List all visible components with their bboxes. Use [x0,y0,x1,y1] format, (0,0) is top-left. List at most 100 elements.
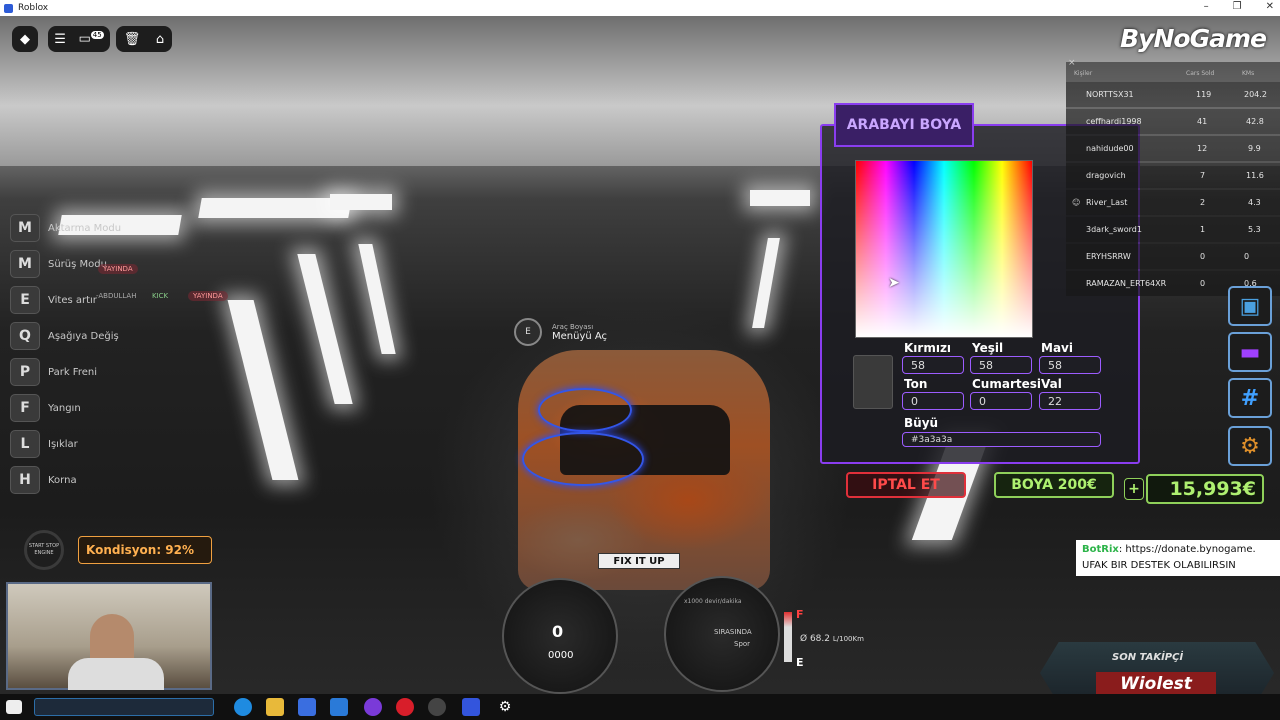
green-input[interactable]: 58 [970,356,1032,374]
hex-input[interactable]: #3a3a3a [902,432,1101,447]
add-money-button[interactable]: + [1124,478,1144,500]
drive-mode: SIRASINDA [714,628,752,636]
chat-username: -ABDULLAH [96,292,137,300]
webcam-shirt [68,658,164,690]
opera-icon[interactable] [396,698,414,716]
leaderboard-row[interactable]: NORTTSX31 119 204.2 [1066,82,1280,107]
color-picker[interactable]: ➤ [855,160,1033,338]
speed-readout: 0 [552,622,564,641]
fuel-unit: L/100Km [832,635,864,643]
roblox-logo-icon: ◆ [20,31,30,47]
cancel-button[interactable]: IPTAL ET [846,472,966,498]
hue-input[interactable]: 0 [902,392,964,410]
value-input[interactable]: 22 [1039,392,1101,410]
folder-button[interactable]: ▬ [1228,332,1272,372]
key-badge: P [10,358,40,386]
keybind-label: Aktarma Modu [48,222,122,234]
interact-subtitle: Araç Boyası [552,322,594,331]
keybind-row: H Korna [10,466,77,494]
close-icon[interactable]: ✕ [1266,1,1274,12]
cursor-icon: ➤ [888,275,900,291]
keybind-label: Işıklar [48,438,78,450]
leaderboard-header: Kişiler [1074,70,1093,77]
red-input[interactable]: 58 [902,356,964,374]
roblox-app-icon [4,3,13,13]
bot-name: BotRix [1082,544,1119,555]
paint-buy-button[interactable]: BOYA 200€ [994,472,1114,498]
roblox-taskbar-icon[interactable] [462,698,480,716]
keybind-label: Park Freni [48,366,97,378]
fuel-value: Ø 68.2 [800,634,830,644]
maximize-icon[interactable]: ❐ [1233,1,1242,12]
game-viewport: { "window":{"title":"Roblox"}, "topbar":… [0,0,1280,720]
color-swatch [853,355,893,409]
blue-input[interactable]: 58 [1039,356,1101,374]
cars-sold: 119 [1196,90,1212,99]
unlock-icon[interactable]: ⌂ [156,32,164,47]
leaderboard-close-icon[interactable]: × [1068,58,1076,68]
saturation-input[interactable]: 0 [970,392,1032,410]
inventory-button[interactable]: ▣ [1228,286,1272,326]
trash-icon[interactable]: 🗑 [124,32,141,47]
player-name: ERYHSRRW [1086,252,1131,261]
green-label: Yeşil [972,341,1004,355]
keybind-row: F Yangın [10,394,81,422]
keybind-label: Korna [48,474,77,486]
kms: 42.8 [1246,117,1264,126]
cars-sold: 12 [1197,144,1208,153]
interaction-prompt[interactable]: E Araç Boyası Menüyü Aç [514,318,607,346]
hashtag-button[interactable]: # [1228,378,1272,418]
effect-ring [538,388,632,432]
leaderboard-row[interactable]: nahidude00 12 9.9 [1066,136,1280,161]
leaderboard-row[interactable]: 3dark_sword1 1 5.3 [1066,217,1280,242]
minimize-icon[interactable]: – [1204,1,1209,12]
leaderboard: × Kişiler Cars Sold KMs NORTTSX31 119 204.… [1066,58,1280,296]
effect-ring [522,432,644,486]
kms: 4.3 [1248,198,1261,207]
file-explorer-icon[interactable] [266,698,284,716]
last-follower-heading: SON TAKİPÇİ [1112,652,1184,663]
leaderboard-row[interactable]: ☺ River_Last 2 4.3 [1066,190,1280,215]
fuel-empty-label: E [796,656,804,669]
edge-icon[interactable] [234,698,252,716]
chat-icon[interactable]: ▭ 45 [79,31,104,47]
leaderboard-row[interactable]: ERYHSRRW 0 0 [1066,244,1280,269]
saturation-label: Cumartesi [972,377,1041,391]
search-box[interactable] [34,698,214,716]
store-icon[interactable] [298,698,316,716]
discord-icon[interactable] [364,698,382,716]
cars-sold: 2 [1200,198,1206,207]
windows-start-icon[interactable] [6,700,22,714]
mail-icon[interactable] [330,698,348,716]
settings-taskbar-icon[interactable]: ⚙ [496,698,514,716]
interact-key-badge[interactable]: E [514,318,542,346]
key-badge: F [10,394,40,422]
blue-label: Mavi [1041,341,1073,355]
license-plate: FIX IT UP [598,553,680,569]
hamburger-icon[interactable]: ☰ [54,32,66,47]
hue-label: Ton [904,377,928,391]
settings-button[interactable]: ⚙ [1228,426,1272,466]
interact-action[interactable]: Menüyü Aç [552,331,607,342]
tools-group[interactable]: 🗑 ⌂ [116,26,172,52]
obs-icon[interactable] [428,698,446,716]
window-title: Roblox [18,3,49,13]
gear-icon: ⚙ [1240,433,1260,459]
roblox-menu-button[interactable]: ◆ [12,26,38,52]
keybind-row: M Aktarma Modu [10,214,121,242]
kick-badge: KICK [152,292,169,300]
kms: 204.2 [1244,90,1267,99]
key-badge: Q [10,322,40,350]
rpm-label: x1000 devir/dakika [684,598,742,605]
key-badge: L [10,430,40,458]
leaderboard-row[interactable]: dragovich 7 11.6 [1066,163,1280,188]
leaderboard-row[interactable]: ceffhardi1998 41 42.8 [1066,109,1280,134]
last-follower-name: Wiolest [1096,672,1216,696]
keybind-row: M Sürüş Modu [10,250,107,278]
money-balance: 15,993€ [1146,474,1264,504]
ceiling-light [198,198,352,218]
start-stop-engine-button[interactable]: START STOP ENGINE [24,530,64,570]
player-name: nahidude00 [1086,144,1134,153]
hex-label: Büyü [904,416,939,430]
menu-chat-group[interactable]: ☰ ▭ 45 [48,26,110,52]
